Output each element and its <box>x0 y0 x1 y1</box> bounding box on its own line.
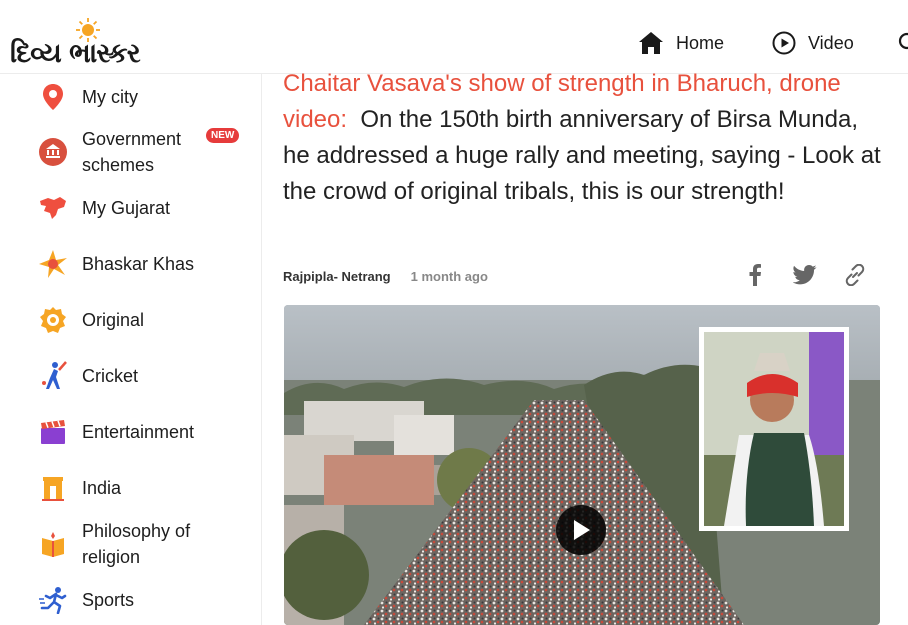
copy-link-button[interactable] <box>842 262 868 288</box>
sidebar-item-label: Original <box>82 310 145 330</box>
sidebar-item-label: My city <box>82 87 138 107</box>
new-badge: NEW <box>206 128 240 143</box>
gujarat-map-icon <box>38 193 68 223</box>
sidebar-item-philosophy-of-religion[interactable]: Philosophy of religion <box>38 518 258 570</box>
article-time: 1 month ago <box>410 268 488 284</box>
nav-home-label: Home <box>676 32 725 53</box>
sidebar-item-sports[interactable]: Sports <box>38 585 258 615</box>
sidebar-item-label-line1: Government <box>82 129 182 149</box>
sidebar-item-label: Cricket <box>82 366 139 386</box>
sidebar-item-label: India <box>82 478 122 498</box>
sidebar-item-label: Entertainment <box>82 422 195 442</box>
sidebar-item-bhaskar-khas[interactable]: Bhaskar Khas <box>38 249 258 279</box>
share-facebook-button[interactable] <box>742 262 768 288</box>
search-icon <box>898 32 908 50</box>
sidebar-item-label-line1: Philosophy of <box>82 521 191 541</box>
sidebar-item-label: My Gujarat <box>82 198 171 218</box>
star-burst-icon <box>38 249 68 279</box>
video-play-button[interactable] <box>556 505 606 555</box>
twitter-icon <box>793 265 817 285</box>
play-icon <box>574 520 590 540</box>
site-logo[interactable]: દિવ્ય ભાસ્કર <box>10 14 150 69</box>
video-thumbnail[interactable] <box>284 305 880 625</box>
home-icon <box>639 32 663 54</box>
clapperboard-icon <box>38 417 68 447</box>
runner-icon <box>38 585 68 615</box>
facebook-icon <box>749 264 761 286</box>
book-icon <box>38 529 68 559</box>
sidebar-item-label-line2: schemes <box>82 155 155 175</box>
location-pin-icon <box>38 82 68 112</box>
rally-crowd-image <box>284 305 880 625</box>
sidebar-item-label: Government schemes <box>82 126 181 178</box>
nav-video-label: Video <box>808 32 854 53</box>
sidebar-item-label: Bhaskar Khas <box>82 254 195 274</box>
sidebar-item-india[interactable]: India <box>38 473 258 503</box>
sidebar-item-my-city[interactable]: My city <box>38 82 258 112</box>
sidebar-item-original[interactable]: Original <box>38 305 258 335</box>
article: Chaitar Vasava's show of strength in Bha… <box>283 66 883 210</box>
logo-text: દિવ્ય ભાસ્કર <box>10 38 141 69</box>
sidebar-item-label: Philosophy of religion <box>82 518 190 570</box>
sidebar-item-cricket[interactable]: Cricket <box>38 361 258 391</box>
article-location: Rajpipla- Netrang <box>283 268 391 284</box>
article-meta: Rajpipla- Netrang 1 month ago <box>283 266 488 286</box>
sidebar-item-label-line2: religion <box>82 547 141 567</box>
sidebar-item-entertainment[interactable]: Entertainment <box>38 417 258 447</box>
government-building-icon <box>38 137 68 167</box>
original-badge-icon <box>38 305 68 335</box>
headline-text: On the 150th birth anniversary of Birsa … <box>283 106 881 205</box>
search-button[interactable] <box>898 30 908 56</box>
sidebar-item-government-schemes[interactable]: Government schemes NEW <box>38 126 258 178</box>
nav-home[interactable]: Home <box>638 30 724 56</box>
link-icon <box>845 264 865 286</box>
sidebar-item-my-gujarat[interactable]: My Gujarat <box>38 193 258 223</box>
share-twitter-button[interactable] <box>792 262 818 288</box>
india-gate-icon <box>38 473 68 503</box>
sidebar: My city Government schemes NEW My Gujara… <box>0 74 262 625</box>
sidebar-item-label: Sports <box>82 590 135 610</box>
nav-video[interactable]: Video <box>772 30 854 56</box>
article-headline[interactable]: Chaitar Vasava's show of strength in Bha… <box>283 66 883 210</box>
top-header: દિવ્ય ભાસ્કર Home Video <box>0 0 908 74</box>
cricket-player-icon <box>38 361 68 391</box>
play-circle-icon <box>772 31 796 55</box>
